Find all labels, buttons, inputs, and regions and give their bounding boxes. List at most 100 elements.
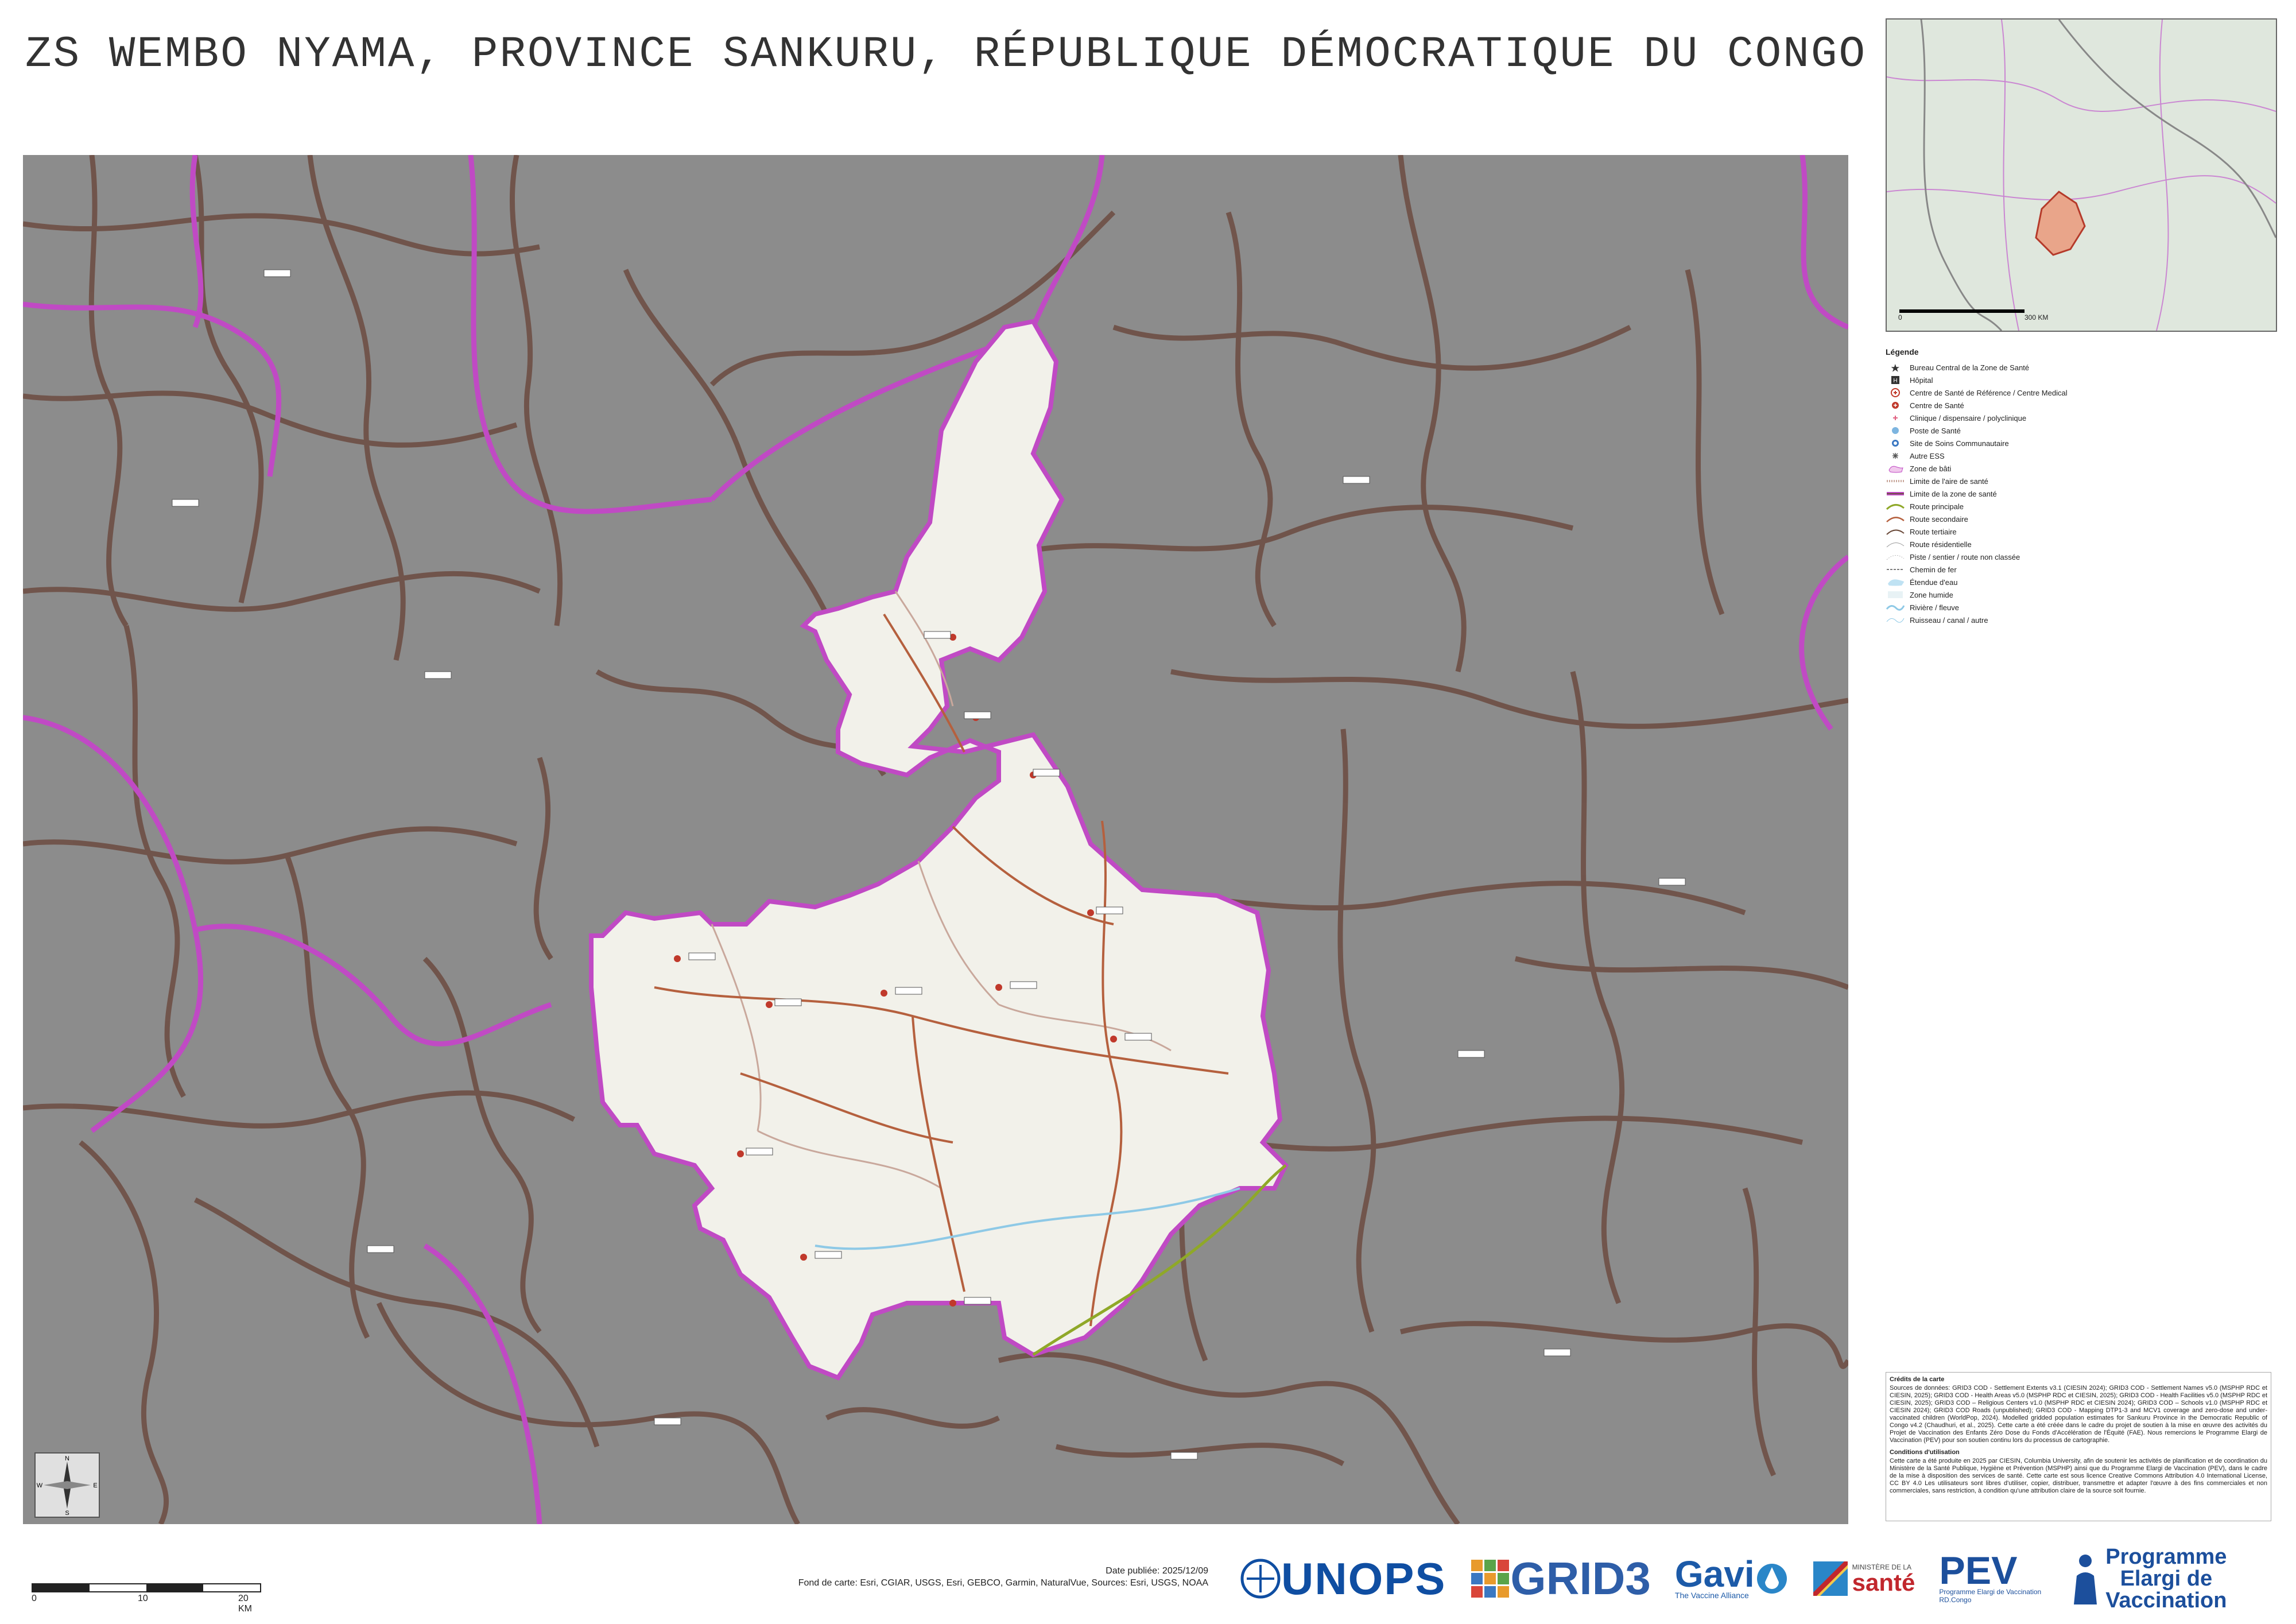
legend-item: Limite de l'aire de santé: [1886, 475, 2276, 487]
gavi-subtitle: The Vaccine Alliance: [1674, 1591, 1749, 1600]
legend-label: Étendue d'eau: [1910, 577, 1958, 587]
main-map[interactable]: [23, 155, 1848, 1524]
legend-item: Chemin de fer: [1886, 563, 2276, 576]
legend-item: Route principale: [1886, 500, 2276, 513]
grid3-text: GRID3: [1510, 1553, 1651, 1604]
map-title: ZS WEMBO NYAMA, PROVINCE SANKURU, RÉPUBL…: [25, 30, 1867, 79]
scale-label-20: 20 KM: [238, 1594, 252, 1614]
referral-center-icon: [1886, 387, 1905, 398]
legend-label: Route résidentielle: [1910, 540, 1972, 549]
un-emblem-icon: [1240, 1559, 1281, 1599]
legend-item: Route résidentielle: [1886, 538, 2276, 551]
legend-item: Poste de Santé: [1886, 424, 2276, 437]
legend-item: Piste / sentier / route non classée: [1886, 551, 2276, 563]
ministere-sante-logo: MINISTÈRE DE LA santé: [1813, 1561, 1915, 1596]
legend-label: Piste / sentier / route non classée: [1910, 552, 2020, 561]
north-arrow: N S E W: [34, 1452, 100, 1518]
programme-logo: Programme Elargi de Vaccination: [2065, 1546, 2227, 1611]
unops-text: UNOPS: [1281, 1553, 1446, 1604]
legend: Légende Bureau Central de la Zone de San…: [1886, 347, 2276, 626]
credits-text: Sources de données: GRID3 COD - Settleme…: [1890, 1385, 2267, 1444]
residential-road-icon: [1886, 539, 1905, 549]
star-icon: [1886, 362, 1905, 373]
legend-item: Zone humide: [1886, 588, 2276, 601]
pev-country: RD.Congo: [1939, 1596, 1972, 1604]
community-care-icon: [1886, 438, 1905, 448]
pev-subtitle: Programme Elargi de Vaccination: [1939, 1588, 2042, 1596]
legend-label: Limite de l'aire de santé: [1910, 476, 1988, 486]
legend-item: Route tertiaire: [1886, 525, 2276, 538]
health-zone-boundary-icon: [1886, 489, 1905, 499]
legend-item: Autre ESS: [1886, 449, 2276, 462]
programme-line2: Elargi de: [2120, 1567, 2213, 1591]
programme-line1: Programme: [2105, 1545, 2227, 1569]
legend-label: Ruisseau / canal / autre: [1910, 615, 1988, 625]
legend-label: Chemin de fer: [1910, 565, 1957, 574]
gavi-text: Gavi: [1674, 1553, 1755, 1595]
legend-label: Rivière / fleuve: [1910, 603, 1959, 612]
basemap-credit: Fond de carte: Esri, CGIAR, USGS, Esri, …: [798, 1578, 1208, 1588]
health-post-icon: [1886, 425, 1905, 436]
legend-item: Centre de Santé: [1886, 399, 2276, 412]
publication-date: Date publiée: 2025/12/09: [1106, 1566, 1208, 1576]
legend-label: Hôpital: [1910, 375, 1933, 385]
drc-flag-icon: [1813, 1561, 1848, 1596]
credits-heading: Crédits de la carte: [1890, 1376, 1945, 1383]
secondary-road-icon: [1886, 514, 1905, 524]
svg-text:H: H: [1893, 378, 1897, 384]
stream-icon: [1886, 615, 1905, 625]
legend-label: Centre de Santé: [1910, 401, 1964, 410]
wetland-icon: [1886, 590, 1905, 600]
primary-road-icon: [1886, 501, 1905, 511]
pev-text: PEV: [1939, 1549, 2018, 1592]
legend-label: Route secondaire: [1910, 514, 1968, 524]
sante-text: santé: [1852, 1569, 1915, 1596]
legend-label: Limite de la zone de santé: [1910, 489, 1997, 498]
grid3-logo: GRID3: [1470, 1552, 1651, 1605]
track-icon: [1886, 552, 1905, 562]
tertiary-road-icon: [1886, 526, 1905, 537]
grid3-squares-icon: [1471, 1560, 1510, 1598]
legend-item: Centre de Santé de Référence / Centre Me…: [1886, 386, 2276, 399]
built-area-icon: [1886, 463, 1905, 474]
inset-locator-map[interactable]: 0 300 KM: [1886, 18, 2277, 332]
publication-info: Date publiée: 2025/12/09 Fond de carte: …: [608, 1565, 1208, 1589]
legend-item: Clinique / dispensaire / polyclinique: [1886, 412, 2276, 424]
legend-item: Rivière / fleuve: [1886, 601, 2276, 614]
legend-label: Site de Soins Communautaire: [1910, 439, 2009, 448]
health-center-icon: [1886, 400, 1905, 410]
legend-label: Route principale: [1910, 502, 1964, 511]
legend-item: H Hôpital: [1886, 374, 2276, 386]
inset-scale-label: 300 KM: [2024, 313, 2049, 321]
legend-label: Zone humide: [1910, 590, 1953, 599]
terms-heading: Conditions d'utilisation: [1890, 1449, 1960, 1456]
terms-text: Cette carte a été produite en 2025 par C…: [1890, 1458, 2267, 1494]
inset-scale-zero: 0: [1898, 313, 1902, 321]
east-letter: E: [93, 1482, 97, 1489]
legend-item: Zone de bâti: [1886, 462, 2276, 475]
scale-label-10: 10: [138, 1594, 148, 1603]
clinic-icon: [1886, 413, 1905, 423]
railway-icon: [1886, 564, 1905, 575]
pev-logo: PEV Programme Elargi de Vaccination RD.C…: [1939, 1551, 2042, 1604]
water-body-icon: [1886, 577, 1905, 587]
unops-logo: UNOPS: [1240, 1553, 1446, 1605]
other-facility-icon: [1886, 451, 1905, 461]
legend-item: Site de Soins Communautaire: [1886, 437, 2276, 449]
legend-label: Centre de Santé de Référence / Centre Me…: [1910, 388, 2068, 397]
gavi-logo: Gavi The Vaccine Alliance: [1674, 1556, 1789, 1600]
legend-label: Clinique / dispensaire / polyclinique: [1910, 413, 2027, 423]
legend-item: Bureau Central de la Zone de Santé: [1886, 361, 2276, 374]
legend-item: Ruisseau / canal / autre: [1886, 614, 2276, 626]
legend-item: Limite de la zone de santé: [1886, 487, 2276, 500]
legend-label: Bureau Central de la Zone de Santé: [1910, 363, 2030, 372]
family-icon: [2074, 1555, 2097, 1604]
health-area-boundary-icon: [1886, 476, 1905, 486]
scale-bar: 0 10 20 KM: [32, 1583, 261, 1614]
credits-box: Crédits de la carte Sources de données: …: [1886, 1372, 2271, 1521]
south-letter: S: [65, 1510, 69, 1517]
legend-title: Légende: [1886, 347, 1919, 356]
legend-item: Route secondaire: [1886, 513, 2276, 525]
legend-label: Route tertiaire: [1910, 527, 1957, 536]
hospital-icon: H: [1886, 375, 1905, 385]
